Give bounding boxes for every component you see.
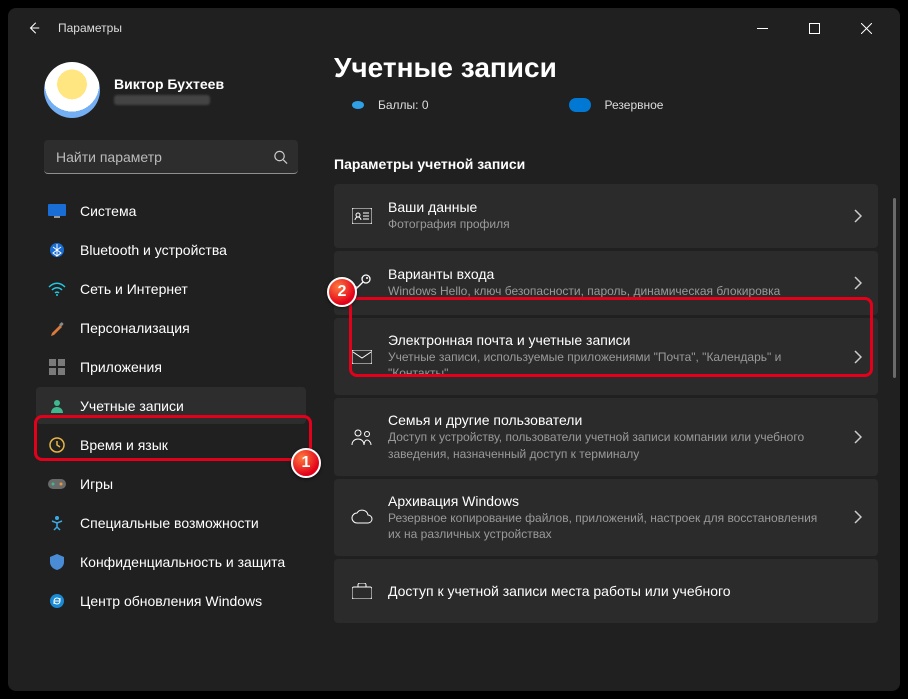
- update-icon: [48, 592, 66, 610]
- card-subtitle: Резервное копирование файлов, приложений…: [388, 510, 830, 542]
- sidebar-item-update[interactable]: Центр обновления Windows: [36, 582, 306, 619]
- window-title: Параметры: [58, 21, 122, 35]
- card-your-info[interactable]: Ваши данные Фотография профиля: [334, 184, 878, 248]
- id-icon: [350, 204, 374, 228]
- sidebar: Виктор Бухтеев Система Bluetooth и устро…: [8, 48, 314, 691]
- card-title: Семья и другие пользователи: [388, 412, 830, 428]
- card-title: Электронная почта и учетные записи: [388, 332, 830, 348]
- chevron-right-icon: [854, 350, 862, 364]
- user-name: Виктор Бухтеев: [114, 76, 224, 92]
- user-profile[interactable]: Виктор Бухтеев: [36, 56, 306, 136]
- person-icon: [48, 397, 66, 415]
- shield-icon: [48, 553, 66, 571]
- chevron-right-icon: [854, 276, 862, 290]
- sidebar-item-network[interactable]: Сеть и Интернет: [36, 270, 306, 307]
- search-icon: [273, 150, 288, 165]
- onedrive-icon: [569, 98, 591, 112]
- card-backup[interactable]: Архивация Windows Резервное копирование …: [334, 479, 878, 556]
- points-label: Баллы: 0: [378, 98, 429, 112]
- sidebar-item-label: Игры: [80, 476, 113, 492]
- card-email-accounts[interactable]: Электронная почта и учетные записи Учетн…: [334, 318, 878, 395]
- sidebar-item-label: Центр обновления Windows: [80, 593, 262, 609]
- sidebar-item-label: Приложения: [80, 359, 162, 375]
- scrollbar[interactable]: [893, 198, 896, 378]
- sidebar-item-games[interactable]: Игры: [36, 465, 306, 502]
- chevron-right-icon: [854, 209, 862, 223]
- back-button[interactable]: [20, 14, 48, 42]
- sidebar-item-label: Учетные записи: [80, 398, 184, 414]
- sidebar-item-accounts[interactable]: Учетные записи: [36, 387, 306, 424]
- brush-icon: [48, 319, 66, 337]
- sidebar-item-label: Система: [80, 203, 136, 219]
- card-subtitle: Фотография профиля: [388, 216, 830, 232]
- cloud-icon: [350, 505, 374, 529]
- main-panel: Учетные записи Баллы: 0 Резервное Параме…: [314, 48, 900, 691]
- titlebar: Параметры: [8, 8, 900, 48]
- card-signin-options[interactable]: Варианты входа Windows Hello, ключ безоп…: [334, 251, 878, 315]
- card-title: Варианты входа: [388, 266, 830, 282]
- card-work-access[interactable]: Доступ к учетной записи места работы или…: [334, 559, 878, 623]
- card-family[interactable]: Семья и другие пользователи Доступ к уст…: [334, 398, 878, 475]
- sidebar-item-system[interactable]: Система: [36, 192, 306, 229]
- card-subtitle: Windows Hello, ключ безопасности, пароль…: [388, 283, 830, 299]
- card-title: Доступ к учетной записи места работы или…: [388, 583, 830, 599]
- gamepad-icon: [48, 475, 66, 493]
- section-header: Параметры учетной записи: [334, 156, 878, 172]
- user-email: [114, 95, 210, 105]
- apps-icon: [48, 358, 66, 376]
- microsoft-icon: [352, 101, 364, 109]
- card-title: Архивация Windows: [388, 493, 830, 509]
- sidebar-item-personalization[interactable]: Персонализация: [36, 309, 306, 346]
- card-subtitle: Доступ к устройству, пользователи учетно…: [388, 429, 830, 461]
- card-title: Ваши данные: [388, 199, 830, 215]
- display-icon: [48, 202, 66, 220]
- sidebar-item-label: Сеть и Интернет: [80, 281, 188, 297]
- sidebar-item-label: Конфиденциальность и защита: [80, 554, 285, 570]
- sidebar-item-label: Персонализация: [80, 320, 190, 336]
- status-points[interactable]: Баллы: 0: [352, 98, 429, 112]
- chevron-right-icon: [854, 510, 862, 524]
- sidebar-item-apps[interactable]: Приложения: [36, 348, 306, 385]
- close-button[interactable]: [844, 13, 888, 43]
- page-title: Учетные записи: [334, 52, 878, 84]
- backup-label: Резервное: [605, 98, 664, 112]
- clock-icon: [48, 436, 66, 454]
- accessibility-icon: [48, 514, 66, 532]
- minimize-button[interactable]: [740, 13, 784, 43]
- chevron-right-icon: [854, 430, 862, 444]
- avatar: [44, 62, 100, 118]
- card-subtitle: Учетные записи, используемые приложениям…: [388, 349, 830, 381]
- search-input[interactable]: [44, 140, 298, 174]
- sidebar-item-label: Время и язык: [80, 437, 168, 453]
- sidebar-item-label: Bluetooth и устройства: [80, 242, 227, 258]
- sidebar-item-time[interactable]: Время и язык: [36, 426, 306, 463]
- briefcase-icon: [350, 579, 374, 603]
- sidebar-item-privacy[interactable]: Конфиденциальность и защита: [36, 543, 306, 580]
- mail-icon: [350, 345, 374, 369]
- key-icon: [350, 271, 374, 295]
- sidebar-item-bluetooth[interactable]: Bluetooth и устройства: [36, 231, 306, 268]
- status-backup[interactable]: Резервное: [569, 98, 664, 112]
- bluetooth-icon: [48, 241, 66, 259]
- family-icon: [350, 425, 374, 449]
- sidebar-item-label: Специальные возможности: [80, 515, 259, 531]
- sidebar-item-accessibility[interactable]: Специальные возможности: [36, 504, 306, 541]
- maximize-button[interactable]: [792, 13, 836, 43]
- wifi-icon: [48, 280, 66, 298]
